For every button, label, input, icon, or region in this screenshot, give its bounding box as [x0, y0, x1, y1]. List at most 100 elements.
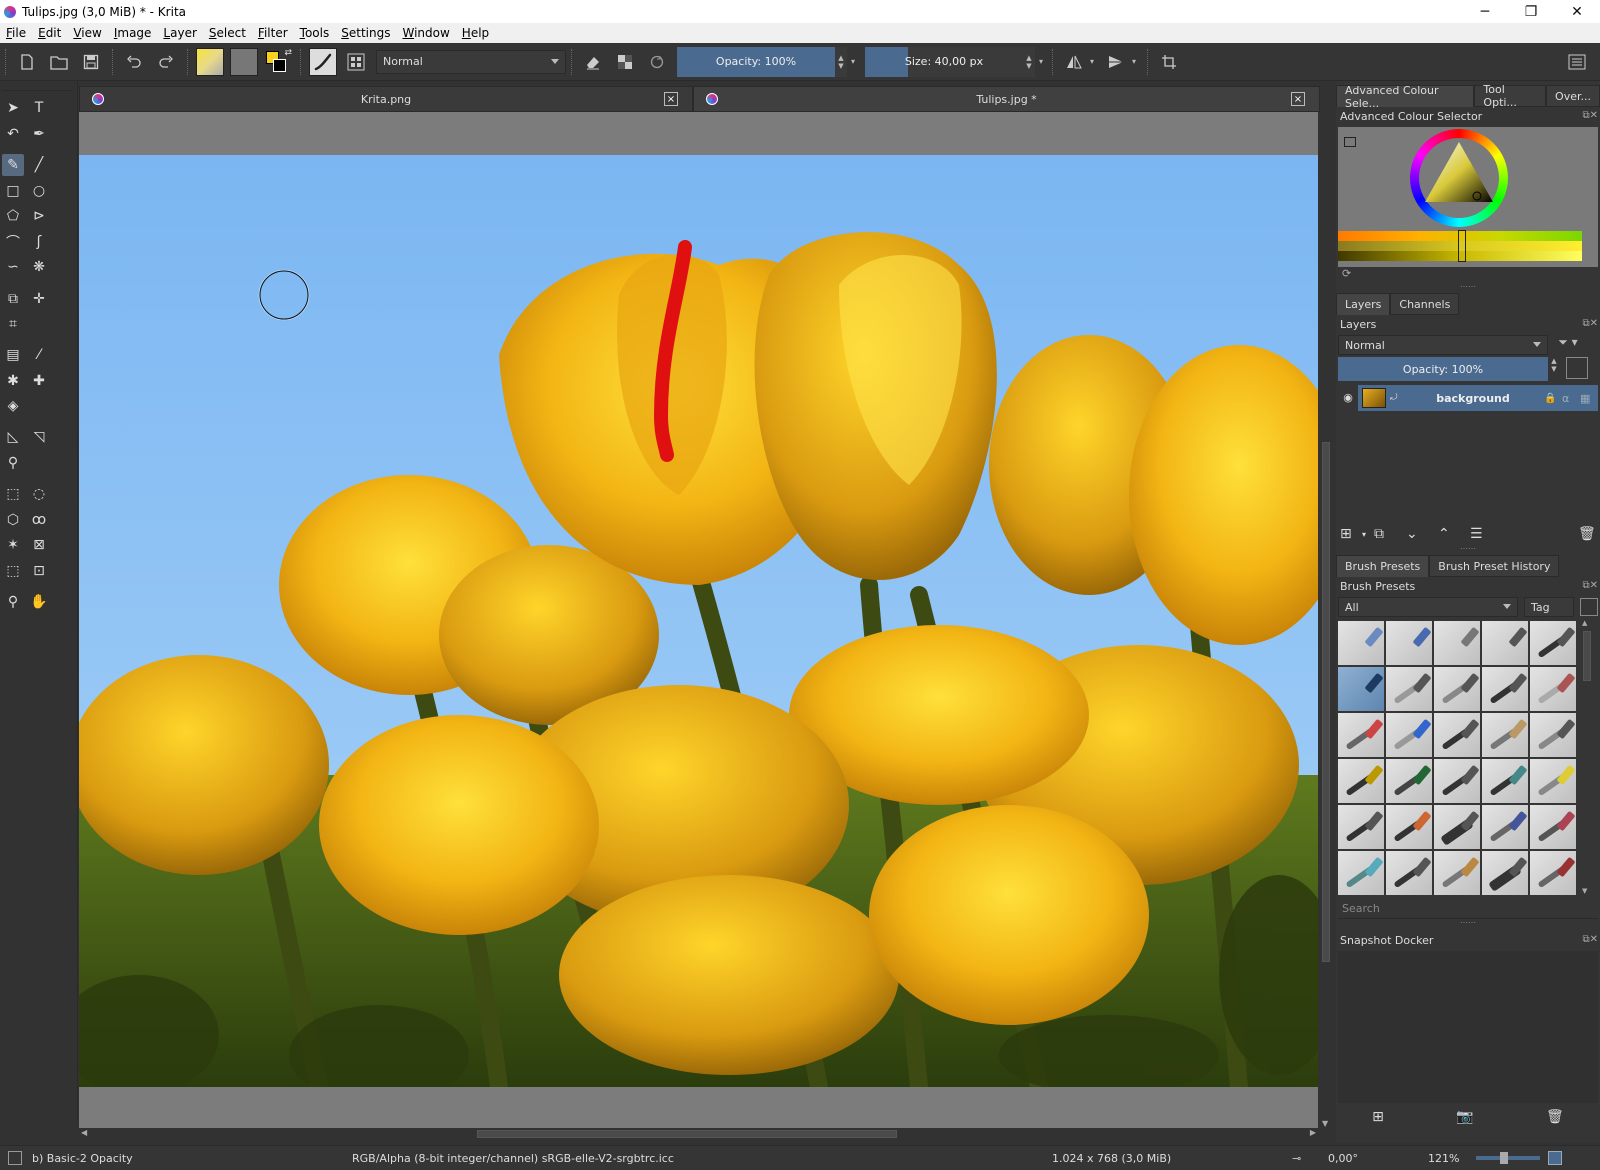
dock-float-close-icon[interactable]: ⧉✕: [1582, 580, 1598, 591]
freehand-path-tool-icon[interactable]: ʃ: [28, 231, 50, 253]
menu-filter[interactable]: Filter: [252, 26, 294, 40]
scroll-down-icon[interactable]: ▼: [1322, 1119, 1328, 1128]
preset-basic-2-opacity[interactable]: [1338, 667, 1384, 711]
pan-tool-icon[interactable]: ✋: [28, 591, 50, 613]
layer-blend-mode-select[interactable]: Normal: [1338, 335, 1548, 355]
color-swap-widget[interactable]: ⇄: [264, 48, 292, 76]
preset-ink-yellow[interactable]: [1530, 759, 1576, 803]
layer-row-background[interactable]: ◉ ⤾ background 🔒 α ▦: [1338, 385, 1598, 411]
wrap-around-icon[interactable]: [1156, 49, 1182, 75]
menu-settings[interactable]: Settings: [335, 26, 396, 40]
preset-scroll-thumb[interactable]: [1583, 631, 1591, 681]
layer-filter-icon[interactable]: ⏷ ▾: [1548, 335, 1588, 355]
blend-mode-select[interactable]: Normal: [376, 49, 566, 74]
layer-alpha-lock-icon[interactable]: ▦: [1580, 392, 1598, 405]
preset-ink-dropper[interactable]: [1482, 621, 1528, 665]
menu-image[interactable]: Image: [108, 26, 158, 40]
preset-pen-gold[interactable]: [1338, 759, 1384, 803]
tab-krita-png[interactable]: Krita.png ×: [79, 86, 693, 112]
preset-pencil-hard[interactable]: [1530, 713, 1576, 757]
layer-opacity-slider[interactable]: Opacity: 100%: [1338, 357, 1548, 381]
scroll-up-icon[interactable]: ▲: [1582, 619, 1592, 627]
preset-brush-orange[interactable]: [1386, 805, 1432, 849]
preset-pencil-dark[interactable]: [1434, 713, 1480, 757]
menu-help[interactable]: Help: [456, 26, 495, 40]
menu-layer[interactable]: Layer: [157, 26, 202, 40]
zoom-tool-icon[interactable]: ⚲: [2, 591, 24, 613]
select-shapes-tool-icon[interactable]: ➤: [2, 97, 24, 119]
status-colorspace[interactable]: RGB/Alpha (8-bit integer/channel) sRGB-e…: [352, 1152, 1052, 1165]
canvas-area[interactable]: [79, 112, 1318, 1128]
colour-selector-panel[interactable]: [1338, 127, 1598, 267]
dock-splitter[interactable]: ⋯⋯: [1336, 919, 1600, 927]
menu-edit[interactable]: Edit: [32, 26, 67, 40]
preset-marker-green[interactable]: [1386, 759, 1432, 803]
line-tool-icon[interactable]: ╱: [28, 154, 50, 176]
preset-ink-pen[interactable]: [1530, 621, 1576, 665]
crop-tool-icon[interactable]: ⌗: [2, 313, 24, 335]
zoom-slider[interactable]: [1476, 1152, 1540, 1164]
preset-brush-wide[interactable]: [1434, 805, 1480, 849]
ellipse-tool-icon[interactable]: ○: [28, 180, 50, 202]
eraser-mode-icon[interactable]: [580, 49, 606, 75]
move-tool-icon[interactable]: ✛: [28, 288, 50, 310]
scroll-right-icon[interactable]: ▶: [1310, 1128, 1316, 1137]
tab-brush-presets[interactable]: Brush Presets: [1336, 555, 1430, 577]
move-layer-down-icon[interactable]: ⌄: [1406, 526, 1438, 542]
reference-images-tool-icon[interactable]: ⚲: [2, 452, 24, 474]
bezier-selection-tool-icon[interactable]: ⬚: [2, 560, 24, 582]
tab-tulips-jpg[interactable]: Tulips.jpg * ×: [693, 86, 1320, 112]
redo-icon[interactable]: [153, 49, 179, 75]
dock-float-close-icon[interactable]: ⧉✕: [1582, 110, 1598, 121]
preset-bristles[interactable]: [1386, 851, 1432, 895]
saturation-value-triangle[interactable]: [1419, 138, 1499, 218]
add-layer-icon[interactable]: ⊞: [1340, 526, 1362, 542]
freehand-selection-tool-icon[interactable]: ꝏ: [28, 509, 50, 531]
undo-icon[interactable]: [121, 49, 147, 75]
new-document-icon[interactable]: [14, 49, 40, 75]
polygonal-selection-tool-icon[interactable]: ⬡: [2, 509, 24, 531]
measure-tool-icon[interactable]: ◹: [28, 426, 50, 448]
add-layer-dropdown-icon[interactable]: ▾: [1362, 530, 1374, 539]
background-color-swatch[interactable]: [273, 58, 286, 72]
preset-basic-flow[interactable]: [1482, 667, 1528, 711]
layer-visibility-eye-icon[interactable]: ◉: [1338, 385, 1358, 411]
horizontal-scroll-thumb[interactable]: [477, 1130, 897, 1138]
preset-basic-blend[interactable]: [1386, 667, 1432, 711]
preset-ink-fine[interactable]: [1482, 759, 1528, 803]
tab-brush-preset-history[interactable]: Brush Preset History: [1429, 555, 1560, 577]
menu-view[interactable]: View: [67, 26, 107, 40]
strip-handle[interactable]: [1458, 230, 1466, 262]
preset-ink-calligraphy[interactable]: [1434, 759, 1480, 803]
preset-brush-pink[interactable]: [1530, 805, 1576, 849]
duplicate-layer-icon[interactable]: ⧉: [1374, 526, 1406, 542]
layer-lock-icon[interactable]: 🔒: [1544, 393, 1562, 404]
restore-button[interactable]: ❐: [1508, 0, 1554, 23]
magnetic-selection-tool-icon[interactable]: ⊡: [28, 560, 50, 582]
preset-pencil-red[interactable]: [1338, 713, 1384, 757]
fill-tool-icon[interactable]: ◈: [2, 395, 24, 417]
close-button[interactable]: ✕: [1554, 0, 1600, 23]
preset-basic-soft[interactable]: [1434, 667, 1480, 711]
dock-float-close-icon[interactable]: ⧉✕: [1582, 318, 1598, 329]
preset-wet-blue[interactable]: [1338, 851, 1384, 895]
menu-select[interactable]: Select: [203, 26, 252, 40]
preset-bristles-round[interactable]: [1482, 851, 1528, 895]
mirror-v-dropdown-icon[interactable]: ▾: [1132, 57, 1142, 66]
fit-view-icon[interactable]: [1548, 1151, 1562, 1165]
size-dropdown-icon[interactable]: ▾: [1035, 57, 1047, 66]
bezier-tool-icon[interactable]: ⌒: [2, 231, 24, 253]
open-folder-icon[interactable]: [46, 49, 72, 75]
layer-opacity-spin[interactable]: ▲ ▼: [1548, 357, 1560, 381]
menu-file[interactable]: File: [0, 26, 32, 40]
brush-preset-icon[interactable]: [309, 47, 337, 76]
preset-scrollbar[interactable]: ▲ ▼: [1582, 619, 1592, 895]
layer-name[interactable]: background: [1402, 392, 1544, 405]
rectangle-tool-icon[interactable]: □: [2, 180, 24, 202]
scroll-down-icon[interactable]: ▼: [1582, 887, 1587, 895]
pattern-swatch[interactable]: [230, 47, 258, 76]
layer-properties-icon[interactable]: [1566, 357, 1588, 379]
contiguous-selection-tool-icon[interactable]: ✶: [2, 534, 24, 556]
preset-fountain-pen[interactable]: [1338, 805, 1384, 849]
menu-tools[interactable]: Tools: [294, 26, 336, 40]
